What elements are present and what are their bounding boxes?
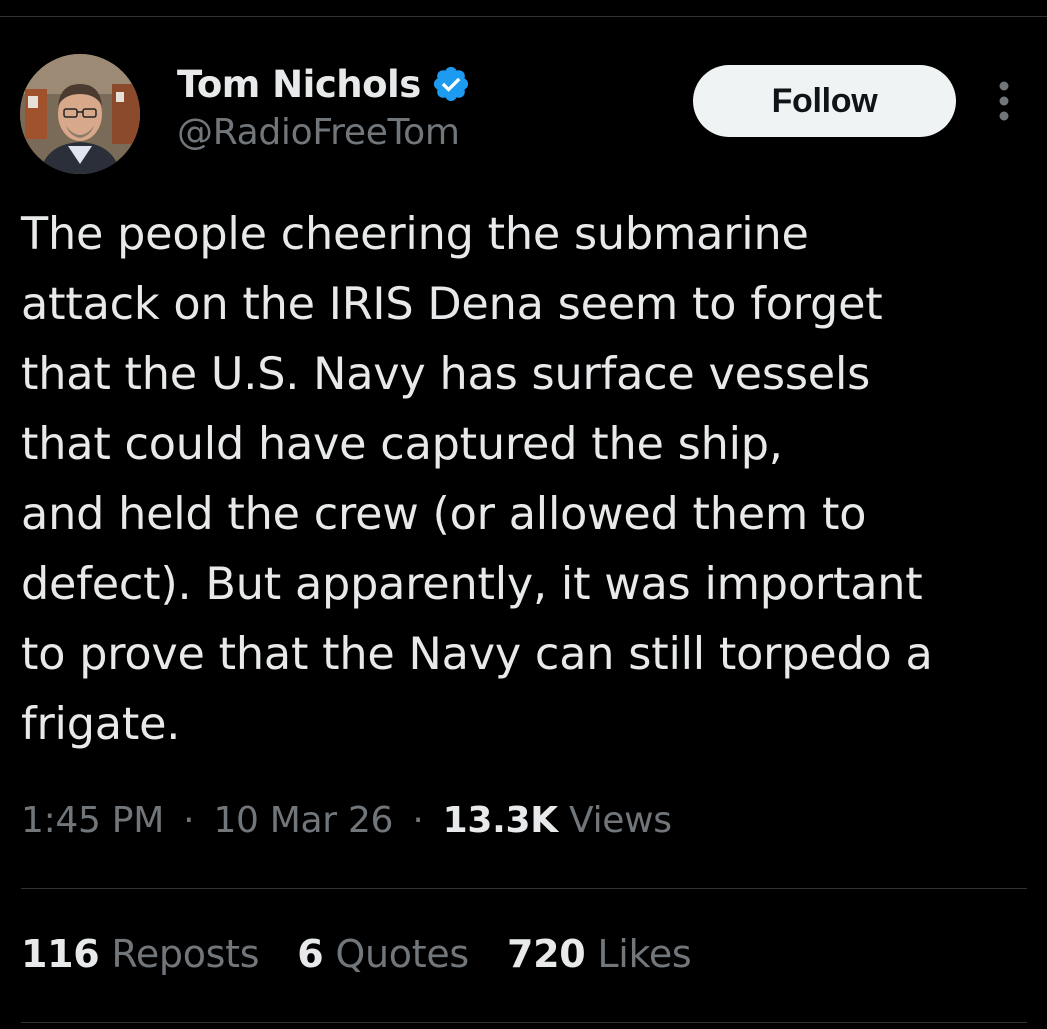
author-name-row: Tom Nichols xyxy=(177,58,471,110)
follow-button[interactable]: Follow xyxy=(693,65,956,137)
meta-separator: · xyxy=(183,800,195,841)
more-options-icon[interactable] xyxy=(984,76,1024,126)
likes-count: 720 xyxy=(506,932,586,976)
engagement-stats: 116 Reposts 6 Quotes 720 Likes xyxy=(21,932,729,976)
reposts-label: Reposts xyxy=(111,932,260,976)
likes-stat[interactable]: 720 Likes xyxy=(506,932,692,976)
quotes-label: Quotes xyxy=(335,932,469,976)
tweet-date[interactable]: 10 Mar 26 xyxy=(213,800,393,841)
likes-label: Likes xyxy=(597,932,692,976)
tweet-meta: 1:45 PM · 10 Mar 26 · 13.3K Views xyxy=(21,800,672,841)
avatar-photo xyxy=(20,54,140,174)
quotes-stat[interactable]: 6 Quotes xyxy=(297,932,469,976)
verified-badge-icon[interactable] xyxy=(431,64,471,104)
meta-separator: · xyxy=(412,800,424,841)
quotes-count: 6 xyxy=(297,932,324,976)
reposts-count: 116 xyxy=(21,932,100,976)
views-count: 13.3K xyxy=(442,800,559,841)
divider xyxy=(21,888,1027,889)
reposts-stat[interactable]: 116 Reposts xyxy=(21,932,260,976)
bottom-divider xyxy=(21,1022,1027,1023)
top-divider xyxy=(0,16,1047,17)
author-handle[interactable]: @RadioFreeTom xyxy=(177,112,460,153)
views-label: Views xyxy=(569,800,672,841)
tweet-time[interactable]: 1:45 PM xyxy=(21,800,164,841)
tweet-text: The people cheering the submarine attack… xyxy=(21,209,933,750)
avatar[interactable] xyxy=(20,54,140,174)
author-display-name[interactable]: Tom Nichols xyxy=(177,63,421,106)
